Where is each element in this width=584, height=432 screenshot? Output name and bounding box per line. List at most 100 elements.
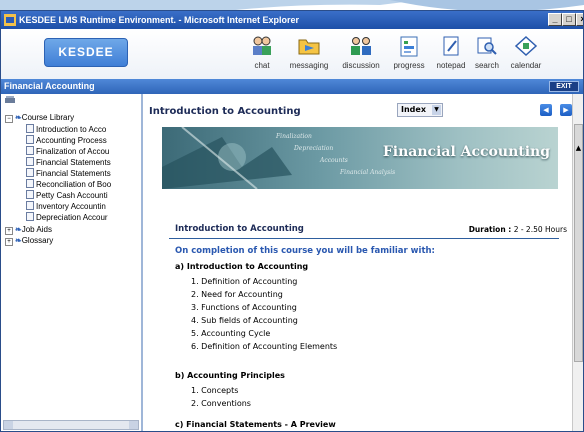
books-icon: ❧: [15, 236, 22, 245]
exit-button[interactable]: EXIT: [549, 81, 579, 92]
list-item: 5. Accounting Cycle: [191, 329, 271, 338]
library-icon: [5, 96, 15, 103]
tree-child-label: Depreciation Accour: [36, 213, 108, 222]
lms-header: KESDEE chat messaging discussion progres…: [1, 29, 583, 79]
tree-child-introduction[interactable]: Introduction to Acco: [26, 124, 141, 135]
toolbar-label: calendar: [510, 61, 542, 70]
tree-child-financial-statements-2[interactable]: Financial Statements: [26, 168, 141, 179]
chat-icon: [253, 36, 271, 55]
tree-node-label: Course Library: [21, 113, 75, 122]
scrollbar-thumb[interactable]: [574, 124, 583, 362]
progress-icon: [400, 36, 418, 57]
collapse-icon[interactable]: −: [5, 115, 13, 123]
window-title: KESDEE LMS Runtime Environment. - Micros…: [19, 15, 300, 25]
tree-child-financial-statements-1[interactable]: Financial Statements: [26, 157, 141, 168]
toolbar-notepad[interactable]: notepad: [432, 29, 470, 79]
list-item: 1. Definition of Accounting: [191, 277, 298, 286]
kesdee-logo: KESDEE: [44, 38, 128, 67]
previous-page-button[interactable]: ◀: [540, 104, 552, 116]
section-heading: c) Financial Statements - A Preview: [175, 420, 336, 429]
tree-node-glossary[interactable]: + ❧Glossary: [5, 235, 53, 246]
tree-child-depreciation[interactable]: Depreciation Accour: [26, 212, 141, 223]
chevron-down-icon: ▼: [432, 105, 441, 115]
list-item: 2. Need for Accounting: [191, 290, 283, 299]
discussion-icon: [351, 37, 371, 55]
toolbar-progress[interactable]: progress: [390, 29, 428, 79]
tree-child-label: Introduction to Acco: [36, 125, 107, 134]
banner-watermark: Depreciation: [294, 145, 334, 152]
tree-node-label: Glossary: [21, 236, 54, 245]
scroll-right-icon[interactable]: [129, 421, 138, 429]
page-icon: [26, 179, 34, 188]
folder-message-icon: [298, 39, 320, 55]
banner-watermark: Finalization: [276, 133, 312, 140]
tree-child-petty-cash[interactable]: Petty Cash Accounti: [26, 190, 141, 201]
toolbar-label: chat: [254, 61, 270, 70]
tree-child-label: Finalization of Accou: [36, 147, 110, 156]
tree-child-finalization[interactable]: Finalization of Accou: [26, 146, 141, 157]
banner-title: Financial Accounting: [382, 144, 550, 160]
toolbar-discussion[interactable]: discussion: [338, 29, 384, 79]
banner-watermark: Financial Analysis: [340, 169, 396, 176]
toolbar-chat[interactable]: chat: [244, 29, 280, 79]
content-vertical-scrollbar[interactable]: ▲: [572, 94, 583, 431]
search-icon: [477, 37, 497, 55]
expand-icon[interactable]: +: [5, 227, 13, 235]
list-item: 3. Functions of Accounting: [191, 303, 297, 312]
duration-value: 2 - 2.50 Hours: [513, 225, 567, 234]
page-icon: [26, 168, 34, 177]
toolbar-calendar[interactable]: calendar: [506, 29, 546, 79]
page-icon: [26, 135, 34, 144]
tree-child-accounting-process[interactable]: Accounting Process: [26, 135, 141, 146]
tree-node-job-aids[interactable]: + ❧Job Aids: [5, 224, 52, 235]
books-icon: ❧: [15, 113, 22, 122]
toolbar-label: messaging: [289, 61, 329, 70]
toolbar-messaging[interactable]: messaging: [286, 29, 332, 79]
tree-child-inventory[interactable]: Inventory Accountin: [26, 201, 141, 212]
page-icon: [26, 190, 34, 199]
toolbar-label: notepad: [436, 61, 466, 70]
banner-watermark: Accounts: [320, 157, 348, 164]
tree-child-label: Inventory Accountin: [36, 202, 106, 211]
list-item: 1. Concepts: [191, 386, 239, 395]
scroll-left-icon[interactable]: [4, 421, 13, 429]
page-title: Introduction to Accounting: [149, 106, 301, 117]
lesson-title: Introduction to Accounting: [175, 224, 304, 234]
list-item: 4. Sub fields of Accounting: [191, 316, 298, 325]
page-icon: [26, 212, 34, 221]
index-dropdown[interactable]: Index ▼: [397, 103, 443, 117]
course-title: Financial Accounting: [4, 81, 95, 91]
expand-icon[interactable]: +: [5, 238, 13, 246]
list-item: 6. Definition of Accounting Elements: [191, 342, 338, 351]
divider: [169, 238, 559, 239]
tree-child-label: Financial Statements: [36, 169, 111, 178]
toolbar-label: search: [474, 61, 499, 70]
duration: Duration : 2 - 2.50 Hours: [469, 225, 567, 234]
tree-child-reconciliation[interactable]: Reconciliation of Boo: [26, 179, 141, 190]
close-button[interactable]: ×: [576, 13, 583, 26]
section-heading: a) Introduction to Accounting: [175, 262, 309, 271]
next-page-button[interactable]: ▶: [560, 104, 572, 116]
title-bar: KESDEE LMS Runtime Environment. - Micros…: [1, 11, 583, 29]
page-icon: [26, 124, 34, 133]
page-icon: [26, 146, 34, 155]
page-icon: [26, 157, 34, 166]
course-bar: Financial Accounting EXIT: [1, 79, 583, 94]
browser-icon: [4, 14, 16, 26]
duration-label: Duration :: [468, 225, 512, 234]
course-tree-pane: − ❧Course Library Introduction to Acco Ac…: [1, 94, 143, 431]
scroll-up-icon[interactable]: ▲: [574, 144, 583, 152]
minimize-button[interactable]: _: [548, 13, 562, 26]
tree-horizontal-scrollbar[interactable]: [3, 420, 139, 430]
toolbar-label: progress: [393, 61, 425, 70]
calendar-icon: [514, 35, 538, 57]
tree-node-course-library[interactable]: − ❧Course Library: [5, 112, 74, 123]
maximize-button[interactable]: □: [562, 13, 576, 26]
notepad-icon: [443, 36, 459, 56]
tree-node-label: Job Aids: [21, 225, 52, 234]
toolbar-label: discussion: [342, 61, 380, 70]
content-pane: Introduction to Accounting Index ▼ ◀ ▶ F…: [143, 94, 583, 431]
toolbar-search[interactable]: search: [470, 29, 504, 79]
index-label: Index: [401, 105, 426, 114]
tree-child-label: Petty Cash Accounti: [36, 191, 108, 200]
